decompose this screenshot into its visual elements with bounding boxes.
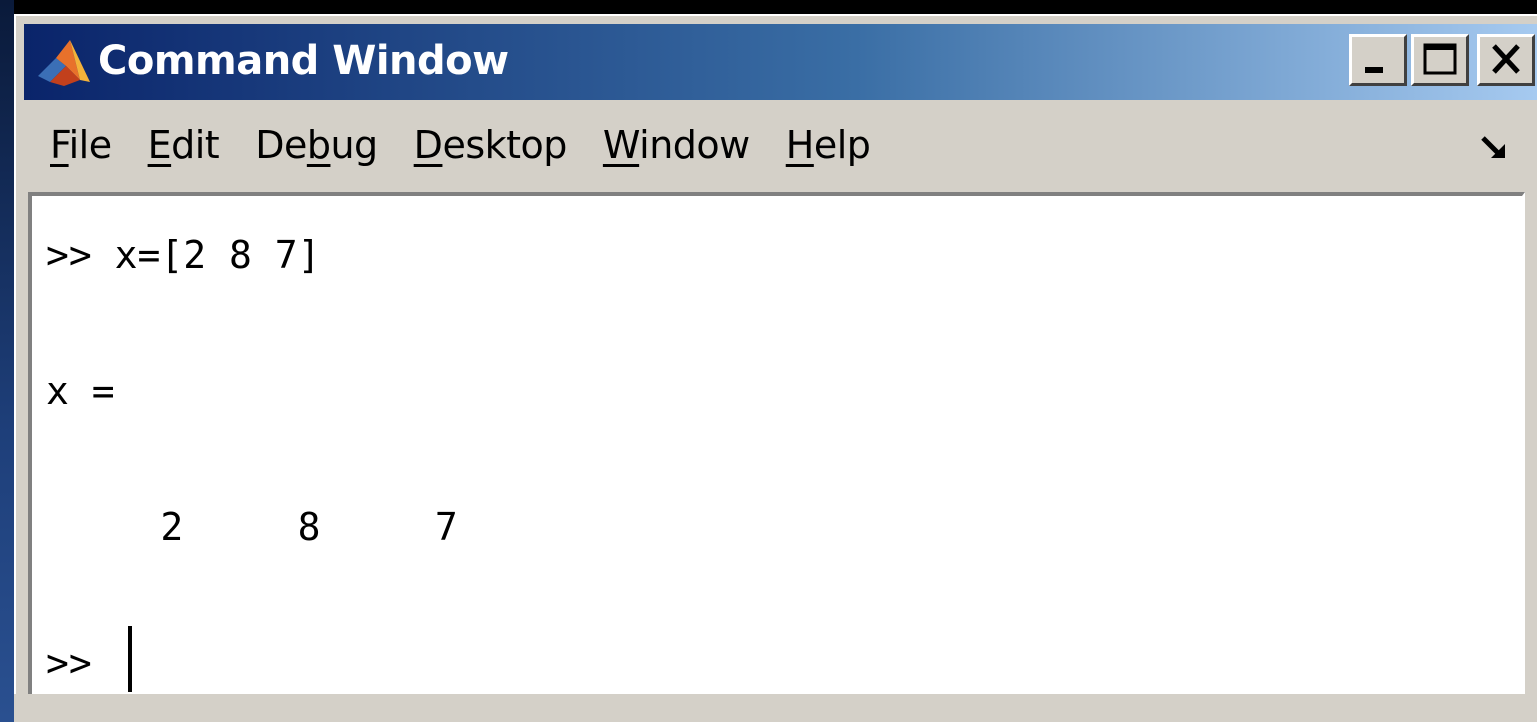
undock-arrow-icon[interactable] xyxy=(1477,130,1511,164)
window-bottom-edge xyxy=(14,694,1537,722)
console-prompt: >> xyxy=(46,641,115,685)
minimize-icon xyxy=(1365,67,1383,73)
window-controls xyxy=(1349,34,1535,88)
menu-debug[interactable]: Debug xyxy=(241,120,391,170)
menu-edit[interactable]: Edit xyxy=(134,120,234,170)
window-title: Command Window xyxy=(98,38,509,84)
console-line-output-values: 2 8 7 xyxy=(46,505,458,549)
close-icon xyxy=(1492,44,1520,74)
menu-help[interactable]: Help xyxy=(772,120,885,170)
text-caret xyxy=(128,626,132,692)
menu-file[interactable]: File xyxy=(36,120,126,170)
maximize-button[interactable] xyxy=(1411,34,1469,86)
console-line-output-label: x = xyxy=(46,369,115,413)
maximize-icon xyxy=(1423,43,1457,75)
command-console[interactable]: >> x=[2 8 7] x = 2 8 7 >> xyxy=(28,192,1525,702)
minimize-button[interactable] xyxy=(1349,34,1407,86)
matlab-logo-icon xyxy=(38,40,90,86)
menu-window[interactable]: Window xyxy=(589,120,764,170)
desktop-background-strip xyxy=(0,0,14,722)
console-line-command: >> x=[2 8 7] xyxy=(46,233,321,277)
command-window: Command Window File Edit Debug Desktop W… xyxy=(14,14,1537,722)
close-button[interactable] xyxy=(1477,34,1535,86)
title-bar[interactable]: Command Window xyxy=(24,24,1537,100)
menu-desktop[interactable]: Desktop xyxy=(400,120,581,170)
menu-bar: File Edit Debug Desktop Window Help xyxy=(24,102,1537,188)
